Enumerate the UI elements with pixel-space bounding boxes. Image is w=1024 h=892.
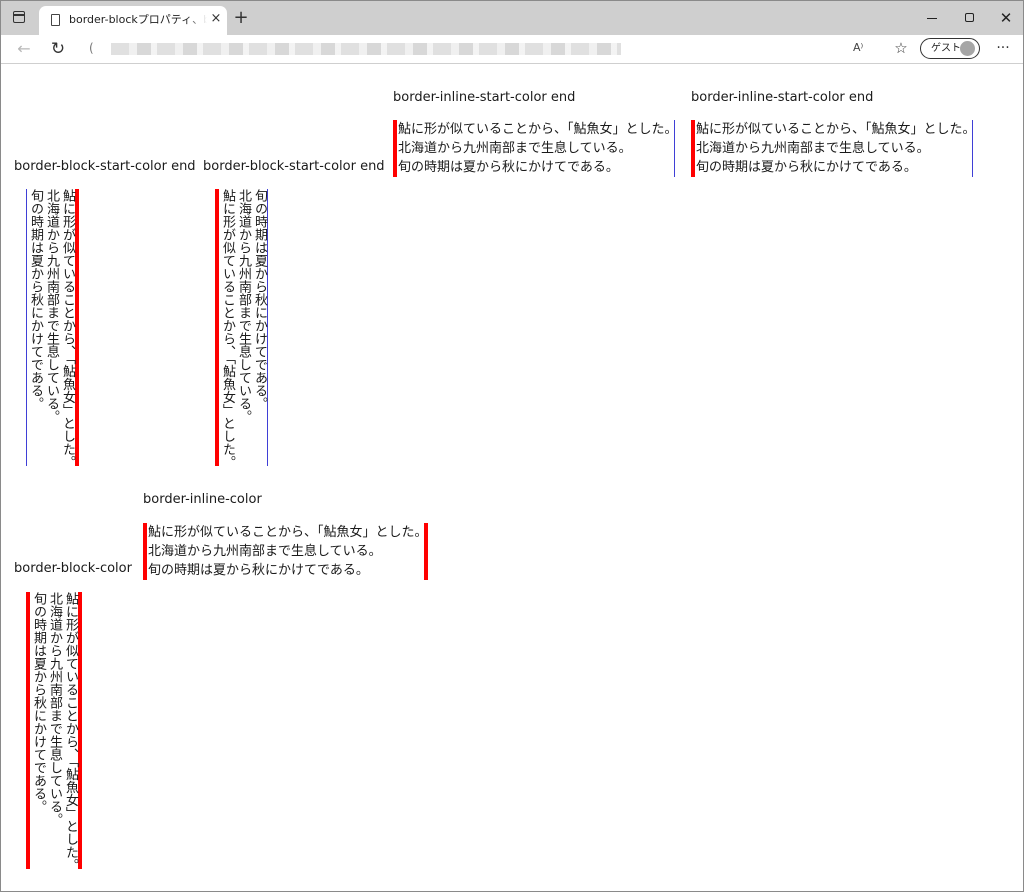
sample-line: 旬の時期は夏から秋にかけてである。 (31, 592, 46, 813)
reload-icon[interactable]: ↻ (46, 37, 70, 61)
sample-line: 北海道から九州南部まで生息している。 (47, 592, 62, 826)
profile-label: ゲスト (931, 43, 961, 54)
profile-button[interactable]: ゲスト (920, 38, 980, 59)
browser-window: border-blockプロパティ、border-inline × + ✕ ← … (0, 0, 1024, 892)
sample-line: 旬の時期は夏から秋にかけてである。 (252, 189, 267, 410)
sample-box-vertical: 鮎に形が似ていることから、「鮎魚女」とした。 北海道から九州南部まで生息している… (215, 189, 268, 469)
sample-box-horizontal: 鮎に形が似ていることから、「鮎魚女」とした。 北海道から九州南部まで生息している… (143, 523, 428, 580)
address-url-redacted (111, 43, 621, 55)
maximize-icon[interactable] (959, 7, 981, 29)
sample-caption: border-inline-start-color end (691, 90, 874, 105)
page-content: border-block-start-color end 鮎に形が似ていることか… (1, 64, 1023, 891)
tab-close-icon[interactable]: × (209, 12, 223, 26)
sample-line: 北海道から九州南部まで生息している。 (148, 544, 382, 559)
sample-line: 旬の時期は夏から秋にかけてである。 (28, 189, 43, 410)
close-window-icon[interactable]: ✕ (995, 7, 1017, 29)
sample-line: 鮎に形が似ていることから、「鮎魚女」とした。 (148, 525, 428, 540)
site-info-icon[interactable]: ( (89, 41, 94, 55)
sample-line: 北海道から九州南部まで生息している。 (236, 189, 251, 423)
sample-box-horizontal: 鮎に形が似ていることから、「鮎魚女」とした。 北海道から九州南部まで生息している… (691, 120, 976, 177)
sample-box-vertical: 鮎に形が似ていることから、「鮎魚女」とした。 北海道から九州南部まで生息している… (26, 592, 82, 872)
sample-line: 旬の時期は夏から秋にかけてである。 (398, 160, 619, 175)
minimize-icon[interactable] (921, 7, 943, 29)
sample-box-horizontal: 鮎に形が似ていることから、「鮎魚女」とした。 北海道から九州南部まで生息している… (393, 120, 678, 177)
tab-actions-icon[interactable] (13, 11, 25, 23)
sample-line: 北海道から九州南部まで生息している。 (696, 141, 930, 156)
more-menu-icon[interactable]: ··· (991, 38, 1015, 58)
tab-strip: border-blockプロパティ、border-inline × + ✕ (1, 1, 1023, 35)
document-icon (51, 14, 60, 26)
sample-caption: border-block-start-color end (14, 159, 196, 174)
sample-line: 旬の時期は夏から秋にかけてである。 (148, 563, 369, 578)
sample-line: 鮎に形が似ていることから、「鮎魚女」とした。 (63, 592, 78, 872)
back-arrow-icon[interactable]: ← (12, 37, 36, 61)
address-bar[interactable]: ( A⁾ (81, 37, 877, 61)
active-tab[interactable]: border-blockプロパティ、border-inline × (39, 6, 227, 35)
read-aloud-icon[interactable]: A⁾ (853, 41, 863, 54)
sample-line: 鮎に形が似ていることから、「鮎魚女」とした。 (60, 189, 75, 469)
browser-toolbar: ← ↻ ( A⁾ ☆ ゲスト ··· (1, 35, 1023, 64)
sample-caption: border-inline-start-color end (393, 90, 576, 105)
tab-title: border-blockプロパティ、border-inline (69, 13, 207, 26)
sample-line: 鮎に形が似ていることから、「鮎魚女」とした。 (696, 122, 976, 137)
sample-line: 北海道から九州南部まで生息している。 (398, 141, 632, 156)
avatar-icon (960, 41, 975, 56)
sample-line: 鮎に形が似ていることから、「鮎魚女」とした。 (398, 122, 678, 137)
sample-caption: border-block-start-color end (203, 159, 385, 174)
favorites-star-icon[interactable]: ☆ (891, 38, 911, 58)
sample-caption: border-inline-color (143, 492, 262, 507)
sample-box-vertical: 鮎に形が似ていることから、「鮎魚女」とした。 北海道から九州南部まで生息している… (26, 189, 79, 469)
new-tab-icon[interactable]: + (231, 8, 251, 28)
sample-line: 旬の時期は夏から秋にかけてである。 (696, 160, 917, 175)
sample-line: 北海道から九州南部まで生息している。 (44, 189, 59, 423)
sample-line: 鮎に形が似ていることから、「鮎魚女」とした。 (220, 189, 235, 469)
sample-caption: border-block-color (14, 561, 132, 576)
